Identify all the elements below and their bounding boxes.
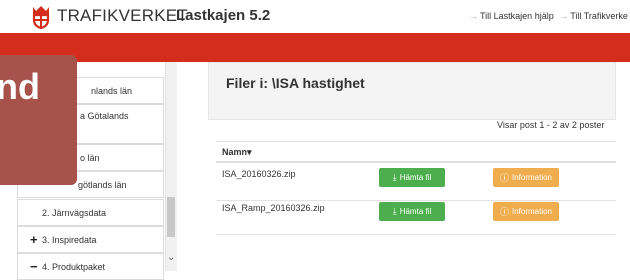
- table-header: Namn▾: [216, 141, 616, 163]
- information-button[interactable]: ⓘ Information: [493, 168, 559, 187]
- trafikverket-logo[interactable]: TRAFIKVERKET: [30, 2, 188, 30]
- download-button[interactable]: ⤓ Hämta fil: [379, 202, 445, 221]
- sidebar-item-label: 2. Järnvägsdata: [42, 207, 107, 218]
- trafikverket-link[interactable]: Till Trafikverke: [570, 11, 628, 21]
- page-title: Filer i: \ISA hastighet: [226, 75, 365, 91]
- top-links: → Till Lastkajen hjälp → Till Trafikverke: [466, 11, 628, 21]
- arrow-right-icon: →: [559, 11, 569, 21]
- download-icon: ⤓: [392, 206, 397, 216]
- red-banner: [0, 33, 630, 62]
- record-count: Visar post 1 - 2 av 2 poster: [497, 120, 605, 130]
- info-icon: ⓘ: [499, 207, 509, 217]
- top-header: TRAFIKVERKET Lastkajen 5.2 → Till Lastkaj…: [0, 0, 630, 33]
- chevron-down-icon[interactable]: ⌄: [167, 252, 175, 263]
- sidebar-item-label: 4. Produktpaket: [42, 261, 106, 272]
- table-row: ISA_Ramp_20160326.zip ⤓ Hämta fil ⓘ Inform…: [216, 197, 616, 235]
- info-icon: ⓘ: [499, 173, 509, 183]
- sidebar-item-jarnvagsdata[interactable]: 2. Järnvägsdata: [17, 199, 164, 226]
- sidebar-item-produktpaket[interactable]: − 4. Produktpaket: [17, 253, 164, 280]
- expand-plus-icon[interactable]: +: [30, 232, 38, 247]
- sort-caret-icon: ▾: [247, 147, 252, 157]
- crown-shield-icon: [32, 6, 50, 29]
- folder-panel: Filer i: \ISA hastighet: [208, 62, 616, 120]
- help-link[interactable]: Till Lastkajen hjälp: [480, 11, 554, 21]
- download-icon: ⤓: [392, 172, 397, 182]
- sidebar-item-inspiredata[interactable]: + 3. Inspiredata: [17, 226, 164, 253]
- file-name: ISA_Ramp_20160326.zip: [222, 203, 325, 213]
- column-header-name[interactable]: Namn▾: [222, 147, 252, 158]
- app-title: Lastkajen 5.2: [176, 7, 271, 24]
- overlay-badge-text: nd: [0, 66, 40, 107]
- sidebar-item-label: a Götalands: [80, 111, 129, 121]
- sidebar-item-label: götlands län: [78, 179, 127, 190]
- sidebar-item-label: nlands län: [91, 85, 133, 96]
- information-button[interactable]: ⓘ Information: [493, 202, 559, 221]
- table-row: ISA_20160326.zip ⤓ Hämta fil ⓘ Information: [216, 163, 616, 201]
- collapse-minus-icon[interactable]: −: [30, 259, 38, 274]
- sidebar-scrollbar[interactable]: ⌄: [165, 62, 177, 271]
- download-button[interactable]: ⤓ Hämta fil: [379, 168, 445, 187]
- file-name: ISA_20160326.zip: [222, 169, 296, 179]
- sidebar-item-label: 3. Inspiredata: [42, 234, 97, 245]
- sidebar-item-label: o län: [80, 152, 100, 163]
- scrollbar-thumb[interactable]: [167, 197, 175, 237]
- logo-text: TRAFIKVERKET: [57, 6, 188, 25]
- arrow-right-icon: →: [469, 11, 478, 21]
